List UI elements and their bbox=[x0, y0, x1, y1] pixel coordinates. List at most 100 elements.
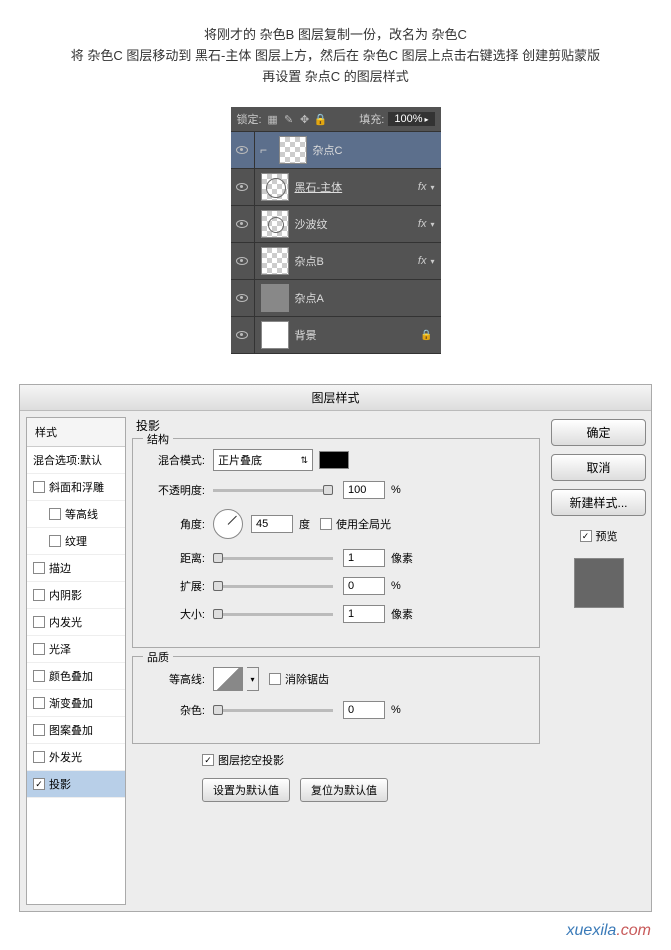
lock-label: 锁定: bbox=[237, 111, 262, 127]
visibility-eye-icon[interactable] bbox=[236, 220, 248, 228]
style-item-texture[interactable]: 纹理 bbox=[27, 528, 125, 555]
layer-row-noise-c[interactable]: ⌐ 杂点C bbox=[231, 132, 441, 169]
preview-label: 预览 bbox=[596, 528, 618, 544]
lock-brush-icon[interactable]: ✎ bbox=[282, 112, 296, 126]
style-item-satin[interactable]: 光泽 bbox=[27, 636, 125, 663]
spread-slider[interactable] bbox=[213, 585, 333, 588]
layer-name[interactable]: 背景 bbox=[295, 327, 421, 343]
set-default-button[interactable]: 设置为默认值 bbox=[202, 778, 290, 802]
angle-dial[interactable] bbox=[213, 509, 243, 539]
layer-thumbnail[interactable] bbox=[261, 247, 289, 275]
style-item-contour[interactable]: 等高线 bbox=[27, 501, 125, 528]
preview-checkbox[interactable] bbox=[580, 530, 592, 542]
global-light-label: 使用全局光 bbox=[336, 516, 391, 532]
angle-input[interactable] bbox=[251, 515, 293, 533]
global-light-checkbox[interactable] bbox=[320, 518, 332, 530]
style-item-gradient-overlay[interactable]: 渐变叠加 bbox=[27, 690, 125, 717]
layer-style-dialog: 图层样式 样式 混合选项:默认 斜面和浮雕 等高线 纹理 描边 内阴影 内发光 … bbox=[19, 384, 652, 912]
dropdown-arrows-icon: ⇅ bbox=[300, 456, 308, 465]
layer-thumbnail[interactable] bbox=[261, 173, 289, 201]
ok-button[interactable]: 确定 bbox=[551, 419, 646, 446]
style-item-color-overlay[interactable]: 颜色叠加 bbox=[27, 663, 125, 690]
visibility-eye-icon[interactable] bbox=[236, 183, 248, 191]
blend-options-item[interactable]: 混合选项:默认 bbox=[27, 447, 125, 474]
style-list: 样式 混合选项:默认 斜面和浮雕 等高线 纹理 描边 内阴影 内发光 光泽 颜色… bbox=[26, 417, 126, 905]
noise-slider[interactable] bbox=[213, 709, 333, 712]
new-style-button[interactable]: 新建样式... bbox=[551, 489, 646, 516]
angle-unit: 度 bbox=[299, 516, 310, 532]
size-input[interactable] bbox=[343, 605, 385, 623]
structure-label: 结构 bbox=[143, 431, 173, 447]
shadow-color-swatch[interactable] bbox=[319, 451, 349, 469]
structure-group: 结构 混合模式: 正片叠底 ⇅ 不透明度: % 角度: bbox=[132, 438, 540, 648]
preview-swatch bbox=[574, 558, 624, 608]
quality-label: 品质 bbox=[143, 649, 173, 665]
layer-row-noise-a[interactable]: 杂点A bbox=[231, 280, 441, 317]
spread-unit: % bbox=[391, 580, 401, 592]
visibility-eye-icon[interactable] bbox=[236, 331, 248, 339]
style-item-inner-shadow[interactable]: 内阴影 bbox=[27, 582, 125, 609]
fx-label[interactable]: fx bbox=[418, 218, 427, 230]
visibility-eye-icon[interactable] bbox=[236, 146, 248, 154]
noise-input[interactable] bbox=[343, 701, 385, 719]
visibility-eye-icon[interactable] bbox=[236, 294, 248, 302]
style-item-drop-shadow[interactable]: 投影 bbox=[27, 771, 125, 798]
fx-expand-icon[interactable]: ▾ bbox=[430, 257, 434, 266]
layer-row-background[interactable]: 背景 🔒 bbox=[231, 317, 441, 354]
layer-thumbnail[interactable] bbox=[261, 321, 289, 349]
style-item-bevel[interactable]: 斜面和浮雕 bbox=[27, 474, 125, 501]
fill-value: 100% bbox=[394, 113, 422, 125]
knockout-checkbox[interactable] bbox=[202, 754, 214, 766]
layer-row-blackstone[interactable]: 黑石-主体 fx ▾ bbox=[231, 169, 441, 206]
layer-name[interactable]: 沙波纹 bbox=[295, 216, 418, 232]
fx-label[interactable]: fx bbox=[418, 181, 427, 193]
layer-thumbnail[interactable] bbox=[261, 210, 289, 238]
reset-default-button[interactable]: 复位为默认值 bbox=[300, 778, 388, 802]
cancel-button[interactable]: 取消 bbox=[551, 454, 646, 481]
layer-thumbnail[interactable] bbox=[279, 136, 307, 164]
layer-row-sand-ripple[interactable]: 沙波纹 fx ▾ bbox=[231, 206, 441, 243]
style-content: 投影 结构 混合模式: 正片叠底 ⇅ 不透明度: % bbox=[132, 411, 546, 911]
dialog-buttons: 确定 取消 新建样式... 预览 bbox=[546, 411, 651, 911]
fx-expand-icon[interactable]: ▾ bbox=[430, 183, 434, 192]
lock-transparency-icon[interactable]: ▦ bbox=[266, 112, 280, 126]
style-item-stroke[interactable]: 描边 bbox=[27, 555, 125, 582]
contour-dropdown-icon[interactable]: ▾ bbox=[247, 667, 259, 691]
blend-mode-dropdown[interactable]: 正片叠底 ⇅ bbox=[213, 449, 313, 471]
style-item-pattern-overlay[interactable]: 图案叠加 bbox=[27, 717, 125, 744]
layer-name[interactable]: 杂点B bbox=[295, 253, 418, 269]
opacity-unit: % bbox=[391, 484, 401, 496]
style-item-label: 描边 bbox=[49, 560, 71, 576]
layer-name[interactable]: 杂点C bbox=[313, 142, 441, 158]
distance-slider[interactable] bbox=[213, 557, 333, 560]
opacity-input[interactable] bbox=[343, 481, 385, 499]
size-slider[interactable] bbox=[213, 613, 333, 616]
style-item-inner-glow[interactable]: 内发光 bbox=[27, 609, 125, 636]
blend-mode-label: 混合模式: bbox=[145, 452, 205, 468]
lock-all-icon[interactable]: 🔒 bbox=[314, 112, 328, 126]
watermark: xuexila.com bbox=[0, 912, 671, 950]
style-item-outer-glow[interactable]: 外发光 bbox=[27, 744, 125, 771]
clip-indent-icon: ⌐ bbox=[255, 143, 273, 157]
antialias-checkbox[interactable] bbox=[269, 673, 281, 685]
instruction-line1: 将刚才的 杂色B 图层复制一份，改名为 杂色C bbox=[10, 25, 661, 46]
layer-name[interactable]: 杂点A bbox=[295, 290, 441, 306]
opacity-slider[interactable] bbox=[213, 489, 333, 492]
lock-move-icon[interactable]: ✥ bbox=[298, 112, 312, 126]
layer-row-noise-b[interactable]: 杂点B fx ▾ bbox=[231, 243, 441, 280]
style-item-label: 斜面和浮雕 bbox=[49, 479, 104, 495]
distance-input[interactable] bbox=[343, 549, 385, 567]
instruction-line3: 再设置 杂点C 的图层样式 bbox=[10, 67, 661, 88]
fill-value-input[interactable]: 100% ▸ bbox=[388, 112, 434, 126]
visibility-eye-icon[interactable] bbox=[236, 257, 248, 265]
style-item-label: 渐变叠加 bbox=[49, 695, 93, 711]
size-label: 大小: bbox=[145, 606, 205, 622]
opacity-label: 不透明度: bbox=[145, 482, 205, 498]
layer-thumbnail[interactable] bbox=[261, 284, 289, 312]
layer-name[interactable]: 黑石-主体 bbox=[295, 179, 418, 195]
contour-picker[interactable] bbox=[213, 667, 243, 691]
fx-expand-icon[interactable]: ▾ bbox=[430, 220, 434, 229]
spread-input[interactable] bbox=[343, 577, 385, 595]
style-list-header[interactable]: 样式 bbox=[27, 418, 125, 447]
fx-label[interactable]: fx bbox=[418, 255, 427, 267]
